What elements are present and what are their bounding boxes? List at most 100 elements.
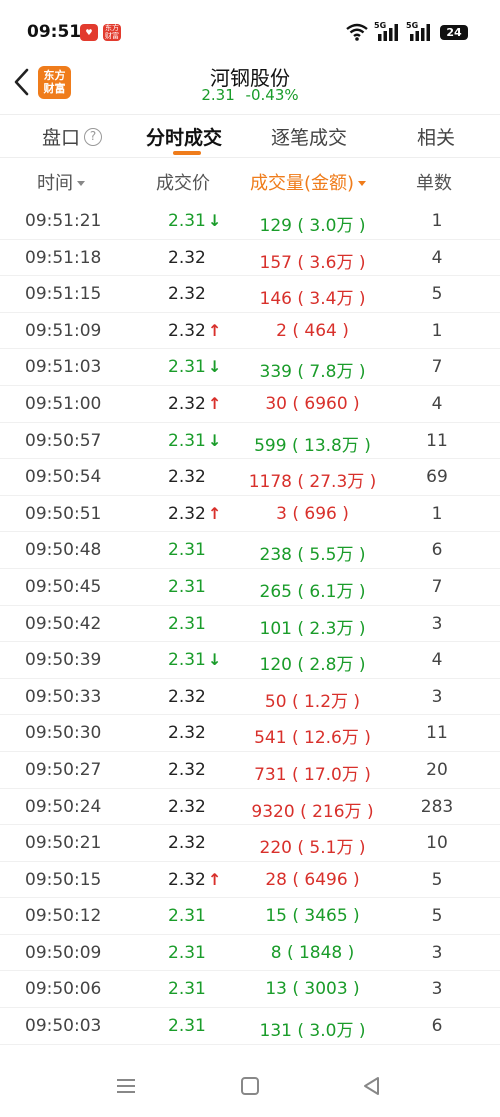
trade-row: 09:50:30 2.32 541 ( 12.6万 ) 11 [0,715,500,752]
help-icon[interactable]: ? [84,127,103,146]
battery-icon: 24 [440,24,468,40]
trade-time: 09:51:09 [25,320,102,341]
trade-volume: 599 ( 13.8万 ) [254,435,371,456]
trade-time: 09:50:06 [25,979,102,1000]
trade-row: 09:50:48 2.31 238 ( 5.5万 ) 6 [0,532,500,569]
trade-count: 3 [431,942,443,963]
trade-row: 09:51:15 2.32 146 ( 3.4万 ) 5 [0,276,500,313]
trade-count: 3 [431,613,443,634]
trade-count: 1 [431,320,443,341]
trade-time: 09:50:48 [25,540,102,561]
trade-count: 5 [431,869,443,890]
trade-time: 09:50:24 [25,796,102,817]
trade-volume: 220 ( 5.1万 ) [259,838,366,859]
stock-price: 2.31 [201,86,235,104]
trade-row: 09:50:15 2.32 ↑ 28 ( 6496 ) 5 [0,862,500,899]
sort-caret-icon [358,180,367,186]
trade-volume: 120 ( 2.8万 ) [259,655,366,676]
trade-time: 09:50:57 [25,430,102,451]
trade-row: 09:50:54 2.32 1178 ( 27.3万 ) 69 [0,459,500,496]
trade-row: 09:50:21 2.32 220 ( 5.1万 ) 10 [0,825,500,862]
wifi-icon [346,23,368,41]
trade-time: 09:50:30 [25,723,102,744]
trade-volume: 146 ( 3.4万 ) [259,289,366,310]
trade-count: 69 [426,467,448,488]
trade-list[interactable]: 09:51:21 2.31 ↓ 129 ( 3.0万 ) 1 09:51:18 2.32 15… [0,203,500,1053]
tab-related[interactable]: 相关 [417,123,455,150]
tab-zhubi[interactable]: 逐笔成交 [271,123,347,150]
trade-time: 09:50:51 [25,503,102,524]
trade-time: 09:51:00 [25,393,102,414]
tab-fenshi[interactable]: 分时成交 [146,123,222,150]
trade-volume: 265 ( 6.1万 ) [259,581,366,602]
trade-row: 09:50:57 2.31 ↓ 599 ( 13.8万 ) 11 [0,423,500,460]
trade-volume: 28 ( 6496 ) [265,869,360,890]
trade-time: 09:50:03 [25,1016,102,1037]
trade-count: 283 [420,796,454,817]
tab-pankou[interactable]: 盘口? [42,123,103,150]
sort-caret-icon [77,180,85,186]
trade-volume: 131 ( 3.0万 ) [259,1021,366,1042]
trade-volume: 1178 ( 27.3万 ) [248,472,377,493]
col-time-sort[interactable]: 时间 [37,169,85,195]
trade-row: 09:50:27 2.32 731 ( 17.0万 ) 20 [0,752,500,789]
home-icon[interactable] [237,1075,263,1097]
app-notify-icon: ♥ [80,24,98,41]
col-volume-sort[interactable]: 成交量(金额) [250,169,367,195]
trade-count: 6 [431,1016,443,1037]
trade-volume: 15 ( 3465 ) [265,906,360,927]
trade-count: 20 [426,759,448,780]
active-tab-indicator [173,151,201,155]
trade-volume: 50 ( 1.2万 ) [264,691,361,712]
trade-count: 11 [426,723,448,744]
back-triangle-icon[interactable] [359,1075,385,1097]
trade-volume: 30 ( 6960 ) [265,393,360,414]
trade-count: 5 [431,906,443,927]
trade-count: 4 [431,247,443,268]
status-time: 09:51 [27,22,82,42]
trade-volume: 129 ( 3.0万 ) [259,216,366,236]
trade-count: 10 [426,833,448,854]
trade-time: 09:50:15 [25,869,102,890]
trade-row: 09:50:42 2.31 101 ( 2.3万 ) 3 [0,606,500,643]
trade-time: 09:51:21 [25,211,102,231]
trade-count: 5 [431,284,443,305]
trade-time: 09:51:18 [25,247,102,268]
trade-volume: 13 ( 3003 ) [265,979,360,1000]
trade-row: 09:50:45 2.31 265 ( 6.1万 ) 7 [0,569,500,606]
trade-volume: 8 ( 1848 ) [270,942,355,963]
trade-volume: 339 ( 7.8万 ) [259,362,366,383]
trade-volume: 3 ( 696 ) [276,503,349,524]
trade-volume: 101 ( 2.3万 ) [259,618,366,639]
trade-volume: 9320 ( 216万 ) [251,801,374,822]
stock-header: 东方 财富 河钢股份 2.31 -0.43% [0,62,500,114]
trade-row: 09:50:24 2.32 9320 ( 216万 ) 283 [0,789,500,826]
trade-time: 09:50:27 [25,759,102,780]
trade-time: 09:51:03 [25,357,102,378]
trade-row: 09:50:33 2.32 50 ( 1.2万 ) 3 [0,679,500,716]
trade-time: 09:50:09 [25,942,102,963]
trade-count: 7 [431,357,443,378]
trade-volume: 2 ( 464 ) [276,320,349,341]
col-price: 成交价 [156,173,210,194]
trade-row: 09:50:39 2.31 ↓ 120 ( 2.8万 ) 4 [0,642,500,679]
trade-row: 09:51:21 2.31 ↓ 129 ( 3.0万 ) 1 [0,203,500,240]
trade-time: 09:50:45 [25,576,102,597]
trade-count: 1 [431,211,443,231]
trade-row: 09:51:18 2.32 157 ( 3.6万 ) 4 [0,240,500,277]
trade-volume: 731 ( 17.0万 ) [254,764,371,785]
tab-bar: 盘口? 分时成交 逐笔成交 相关 [0,114,500,158]
stock-change-pct: -0.43% [245,86,299,104]
stock-quote: 2.31 -0.43% [0,86,500,104]
finance-app-icon: 东方 财富 [103,24,121,41]
trade-count: 4 [431,393,443,414]
trade-time: 09:50:12 [25,906,102,927]
trade-volume: 157 ( 3.6万 ) [259,252,366,273]
trade-count: 6 [431,540,443,561]
menu-icon[interactable] [113,1075,139,1097]
trade-time: 09:50:54 [25,467,102,488]
trade-count: 4 [431,650,443,671]
trade-row: 09:51:09 2.32 ↑ 2 ( 464 ) 1 [0,313,500,350]
trade-count: 1 [431,503,443,524]
trade-row: 09:50:03 2.31 131 ( 3.0万 ) 6 [0,1008,500,1045]
